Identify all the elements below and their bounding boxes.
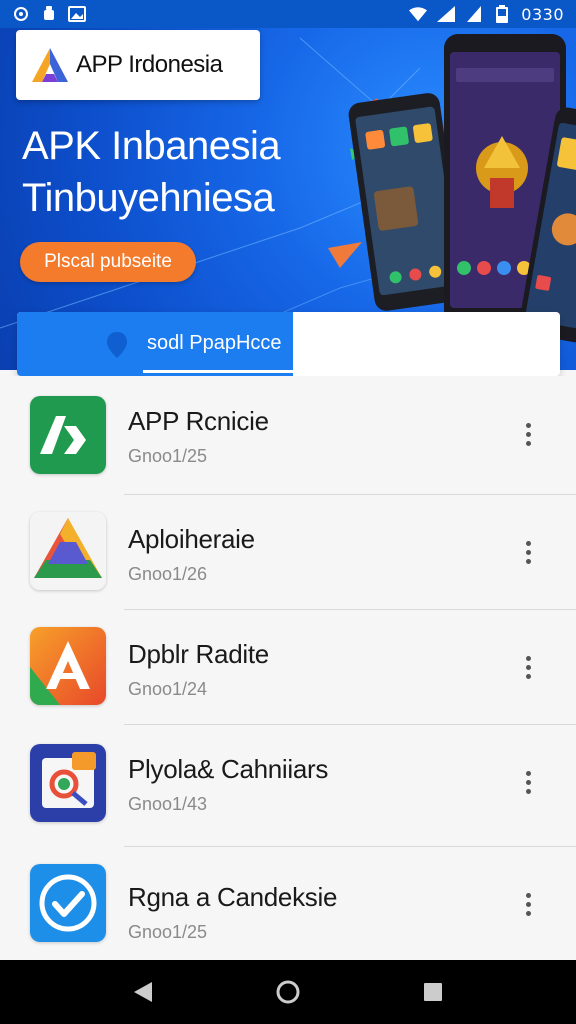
app-meta: Gnoo1/24 [128,679,208,699]
app-meta: Gnoo1/25 [128,922,208,942]
hero-title: APK Inbanesia [22,124,281,168]
app-meta: Gnoo1/25 [128,446,208,466]
app-name: Rgna a Candeksie [128,882,338,912]
search-underline [143,370,293,373]
hero-cta-button[interactable]: Plscal pubseite [20,242,196,282]
app-name: Plyola& Cahniiars [128,754,329,784]
recents-icon[interactable] [413,972,453,1012]
status-bar: 0330 [0,0,576,28]
home-icon[interactable] [268,972,308,1012]
drive-triangle-icon [30,512,106,590]
app-name: Aploiheraie [128,524,255,554]
battery-icon [493,5,511,23]
phones-illustration [348,34,576,343]
search-input[interactable]: sodl PpapHcce [147,332,282,355]
list-item[interactable]: APP Rcnicie Gnoo1/25 [0,376,576,492]
location-pin-icon [107,332,127,363]
app-name: APP Rcnicie [128,406,269,436]
app-meta: Gnoo1/43 [128,794,208,814]
more-options-icon[interactable] [514,886,542,922]
photo-search-icon [30,744,106,822]
more-options-icon[interactable] [514,649,542,685]
back-icon[interactable] [123,972,163,1012]
signal-icon [437,5,456,23]
list-item[interactable]: Rgna a Candeksie Gnoo1/25 [0,846,576,962]
app-name: Dpblr Radite [128,639,269,669]
check-circle-icon [30,864,106,942]
hero-subtitle: Tinbuyehniesa [22,176,275,220]
settings-icon [12,5,30,23]
app-list: APP Rcnicie Gnoo1/25 Aploiheraie Gnoo1/2… [0,376,576,960]
logo-card[interactable]: APP Irdonesia [16,30,260,100]
search-box[interactable]: sodl PpapHcce [17,312,560,376]
logo-text: APP Irdonesia [76,51,223,78]
image-icon [68,5,86,23]
list-item[interactable]: Plyola& Cahniiars Gnoo1/43 [0,724,576,840]
green-ap-icon [30,396,106,474]
android-icon [40,5,58,23]
signal-icon [465,5,483,23]
wifi-icon [409,5,428,23]
list-item[interactable]: Dpblr Radite Gnoo1/24 [0,609,576,725]
more-options-icon[interactable] [514,764,542,800]
more-options-icon[interactable] [514,416,542,452]
app-logo-icon [32,48,68,82]
navigation-bar [0,960,576,1024]
orange-a-icon [30,627,106,705]
status-time: 0330 [521,4,564,24]
app-meta: Gnoo1/26 [128,564,208,584]
more-options-icon[interactable] [514,534,542,570]
list-item[interactable]: Aploiheraie Gnoo1/26 [0,494,576,610]
